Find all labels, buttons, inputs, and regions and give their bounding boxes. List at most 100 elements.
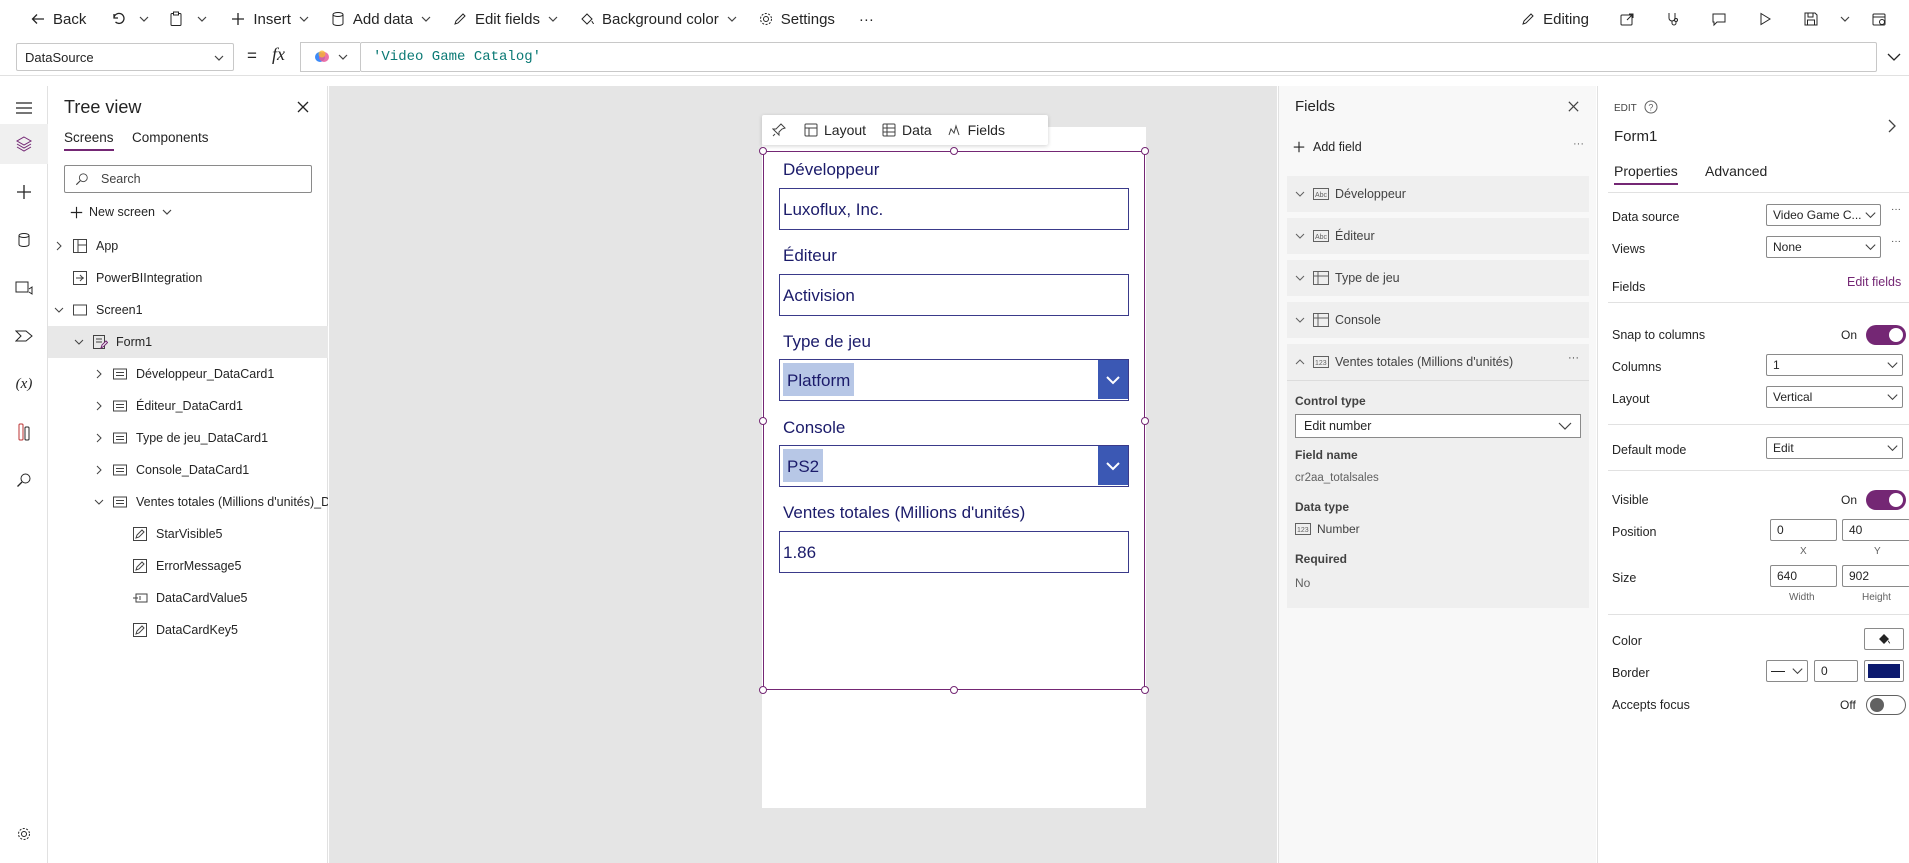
tree-item-control[interactable]: ErrorMessage5 bbox=[48, 550, 328, 582]
data-icon[interactable] bbox=[12, 228, 36, 252]
insert-icon[interactable] bbox=[12, 180, 36, 204]
help-icon[interactable]: ? bbox=[1644, 100, 1658, 114]
formula-input[interactable]: 'Video Game Catalog' bbox=[360, 42, 1877, 72]
dropdown-button[interactable] bbox=[1098, 360, 1128, 399]
resize-handle[interactable] bbox=[950, 686, 958, 694]
settings-button[interactable]: Settings bbox=[750, 3, 843, 35]
search-icon[interactable] bbox=[12, 468, 36, 492]
tree-item-datacard[interactable]: Éditeur_DataCard1 bbox=[48, 390, 328, 422]
resize-handle[interactable] bbox=[1141, 147, 1149, 155]
border-color-picker[interactable] bbox=[1864, 660, 1904, 682]
back-button[interactable]: Back bbox=[22, 3, 94, 35]
settings-gear-icon[interactable] bbox=[12, 822, 36, 846]
close-icon[interactable] bbox=[296, 100, 310, 114]
tab-screens[interactable]: Screens bbox=[64, 130, 114, 151]
more-icon[interactable]: ··· bbox=[1568, 352, 1579, 364]
field-item-game-type[interactable]: Type de jeu bbox=[1287, 260, 1589, 296]
resize-handle[interactable] bbox=[759, 147, 767, 155]
position-x-input[interactable]: 0 bbox=[1770, 519, 1837, 541]
share-button[interactable] bbox=[1611, 3, 1643, 35]
tree-view-icon[interactable] bbox=[12, 132, 36, 156]
comments-button[interactable] bbox=[1703, 3, 1735, 35]
size-width-input[interactable]: 640 bbox=[1770, 565, 1837, 587]
tree-item-screen1[interactable]: Screen1 bbox=[48, 294, 328, 326]
more-commands-button[interactable]: ··· bbox=[851, 3, 882, 35]
views-dropdown[interactable]: None bbox=[1766, 236, 1881, 258]
undo-dropdown[interactable] bbox=[134, 3, 154, 35]
default-mode-dropdown[interactable]: Edit bbox=[1766, 437, 1903, 459]
color-picker[interactable] bbox=[1864, 628, 1904, 650]
tree-item-datacard[interactable]: Ventes totales (Millions d'unités)_Dat bbox=[48, 486, 328, 518]
tree-item-datacard[interactable]: Console_DataCard1 bbox=[48, 454, 328, 486]
resize-handle[interactable] bbox=[759, 417, 767, 425]
resize-handle[interactable] bbox=[950, 147, 958, 155]
variables-icon[interactable]: (x) bbox=[12, 372, 36, 396]
tab-properties[interactable]: Properties bbox=[1614, 163, 1678, 185]
fields-button[interactable]: Fields bbox=[940, 122, 1013, 138]
copilot-button[interactable] bbox=[300, 42, 360, 72]
columns-dropdown[interactable]: 1 bbox=[1766, 354, 1903, 376]
sales-input[interactable]: 1.86 bbox=[779, 531, 1129, 573]
tree-item-datacard[interactable]: Développeur_DataCard1 bbox=[48, 358, 328, 390]
paste-dropdown[interactable] bbox=[192, 3, 212, 35]
new-screen-button[interactable]: New screen bbox=[70, 200, 173, 224]
add-field-button[interactable]: Add field bbox=[1293, 140, 1362, 154]
resize-handle[interactable] bbox=[1141, 686, 1149, 694]
resize-handle[interactable] bbox=[1141, 417, 1149, 425]
background-color-button[interactable]: Background color bbox=[571, 3, 746, 35]
tree-item-control[interactable]: StarVisible5 bbox=[48, 518, 328, 550]
developer-input[interactable]: Luxoflux, Inc. bbox=[779, 188, 1129, 230]
data-button[interactable]: Data bbox=[874, 122, 940, 138]
field-item-publisher[interactable]: Abc Éditeur bbox=[1287, 218, 1589, 254]
size-height-input[interactable]: 902 bbox=[1842, 565, 1909, 587]
tree-item-control[interactable]: DataCardKey5 bbox=[48, 614, 328, 646]
power-automate-icon[interactable] bbox=[12, 324, 36, 348]
media-icon[interactable] bbox=[12, 276, 36, 300]
snap-toggle[interactable] bbox=[1866, 325, 1906, 345]
control-type-dropdown[interactable]: Edit number bbox=[1295, 414, 1581, 438]
edit-fields-button[interactable]: Edit fields bbox=[444, 3, 567, 35]
add-data-button[interactable]: Add data bbox=[322, 3, 440, 35]
resize-handle[interactable] bbox=[759, 686, 767, 694]
tab-components[interactable]: Components bbox=[132, 130, 209, 145]
field-item-developer[interactable]: Abc Développeur bbox=[1287, 176, 1589, 212]
expand-formula-icon[interactable] bbox=[1886, 50, 1902, 64]
game-type-dropdown[interactable]: Platform bbox=[779, 359, 1129, 401]
field-item-console[interactable]: Console bbox=[1287, 302, 1589, 338]
editing-mode-button[interactable]: Editing bbox=[1512, 3, 1597, 35]
tree-item-powerbi[interactable]: PowerBIIntegration bbox=[48, 262, 328, 294]
tree-item-app[interactable]: App bbox=[48, 230, 328, 262]
insert-button[interactable]: Insert bbox=[222, 3, 318, 35]
pin-button[interactable] bbox=[762, 123, 796, 137]
paste-button[interactable] bbox=[160, 3, 192, 35]
position-y-input[interactable]: 40 bbox=[1842, 519, 1909, 541]
dropdown-button[interactable] bbox=[1098, 446, 1128, 485]
preview-button[interactable] bbox=[1749, 3, 1781, 35]
hamburger-icon[interactable] bbox=[12, 96, 36, 120]
publisher-input[interactable]: Activision bbox=[779, 274, 1129, 316]
border-width-input[interactable]: 0 bbox=[1814, 660, 1858, 682]
tree-item-datacard[interactable]: Type de jeu_DataCard1 bbox=[48, 422, 328, 454]
undo-button[interactable] bbox=[102, 3, 134, 35]
more-icon[interactable]: ··· bbox=[1573, 138, 1584, 150]
advanced-tools-icon[interactable] bbox=[12, 420, 36, 444]
visible-toggle[interactable] bbox=[1866, 490, 1906, 510]
save-dropdown[interactable] bbox=[1833, 3, 1857, 35]
edit-fields-link[interactable]: Edit fields bbox=[1847, 275, 1901, 289]
publish-button[interactable] bbox=[1863, 3, 1895, 35]
chevron-right-icon[interactable] bbox=[1887, 118, 1897, 134]
close-icon[interactable] bbox=[1567, 100, 1580, 113]
more-icon[interactable]: ··· bbox=[1891, 204, 1901, 215]
tree-item-form1[interactable]: Form1 bbox=[48, 326, 328, 358]
tab-advanced[interactable]: Advanced bbox=[1705, 163, 1767, 179]
layout-dropdown[interactable]: Vertical bbox=[1766, 386, 1903, 408]
border-style-dropdown[interactable] bbox=[1766, 660, 1808, 682]
tree-item-control[interactable]: DataCardValue5 bbox=[48, 582, 328, 614]
field-item-sales-header[interactable]: 123 Ventes totales (Millions d'unités) ·… bbox=[1287, 344, 1589, 380]
save-button[interactable] bbox=[1795, 3, 1827, 35]
tree-search-input[interactable]: Search bbox=[64, 165, 312, 193]
more-icon[interactable]: ··· bbox=[1891, 236, 1901, 247]
accepts-focus-toggle[interactable] bbox=[1866, 695, 1906, 715]
data-source-dropdown[interactable]: Video Game C... bbox=[1766, 204, 1881, 226]
property-dropdown[interactable]: DataSource bbox=[16, 43, 234, 71]
